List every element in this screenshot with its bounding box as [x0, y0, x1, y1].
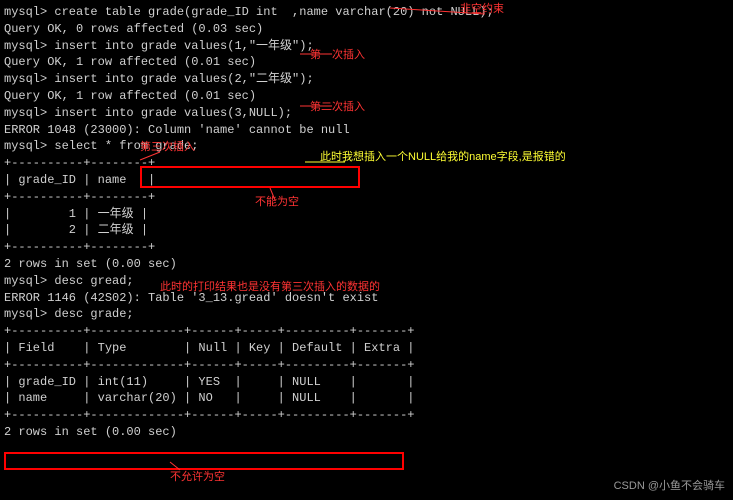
- annotation-print-result: 此时的打印结果也是没有第三次插入的数据的: [160, 280, 380, 295]
- annotation-third-insert: 第三次插入: [140, 140, 195, 155]
- annotation-null-error-explain: 此时我想插入一个NULL给我的name字段,是报错的: [320, 150, 566, 165]
- rows-in-set: 2 rows in set (0.00 sec): [4, 424, 729, 441]
- sql-desc: mysql> desc grade;: [4, 306, 729, 323]
- table-row: | name | varchar(20) | NO | | NULL | |: [4, 390, 729, 407]
- table-row: | 1 | 一年级 |: [4, 206, 729, 223]
- sql-insert-3: mysql> insert into grade values(3,NULL);: [4, 105, 729, 122]
- query-ok-1: Query OK, 0 rows affected (0.03 sec): [4, 21, 729, 38]
- annotation-cannot-be-null: 不能为空: [255, 195, 299, 210]
- error-1048: ERROR 1048 (23000): Column 'name' cannot…: [4, 122, 729, 139]
- table-border: +----------+-------------+------+-----+-…: [4, 407, 729, 424]
- csdn-watermark: CSDN @小鱼不会骑车: [614, 479, 725, 494]
- highlight-box-error: [140, 166, 360, 188]
- table-row: | 2 | 二年级 |: [4, 222, 729, 239]
- table-row: | grade_ID | int(11) | YES | | NULL | |: [4, 374, 729, 391]
- annotation-second-insert: 第二次插入: [310, 100, 365, 115]
- table-border: +----------+-------------+------+-----+-…: [4, 357, 729, 374]
- annotation-not-null-constraint: 非空约束: [460, 2, 504, 17]
- rows-in-set: 2 rows in set (0.00 sec): [4, 256, 729, 273]
- sql-create-table: mysql> create table grade(grade_ID int ,…: [4, 4, 729, 21]
- table-border: +----------+--------+: [4, 189, 729, 206]
- table-header: | grade_ID | name |: [4, 172, 729, 189]
- sql-insert-1: mysql> insert into grade values(1,"一年级")…: [4, 38, 729, 55]
- sql-insert-2: mysql> insert into grade values(2,"二年级")…: [4, 71, 729, 88]
- query-ok-3: Query OK, 1 row affected (0.01 sec): [4, 88, 729, 105]
- table-header: | Field | Type | Null | Key | Default | …: [4, 340, 729, 357]
- annotation-first-insert: 第一次插入: [310, 48, 365, 63]
- table-border: +----------+-------------+------+-----+-…: [4, 323, 729, 340]
- query-ok-2: Query OK, 1 row affected (0.01 sec): [4, 54, 729, 71]
- highlight-box-desc-row: [4, 452, 404, 470]
- table-border: +----------+--------+: [4, 239, 729, 256]
- annotation-not-allow-null: 不允许为空: [170, 470, 225, 485]
